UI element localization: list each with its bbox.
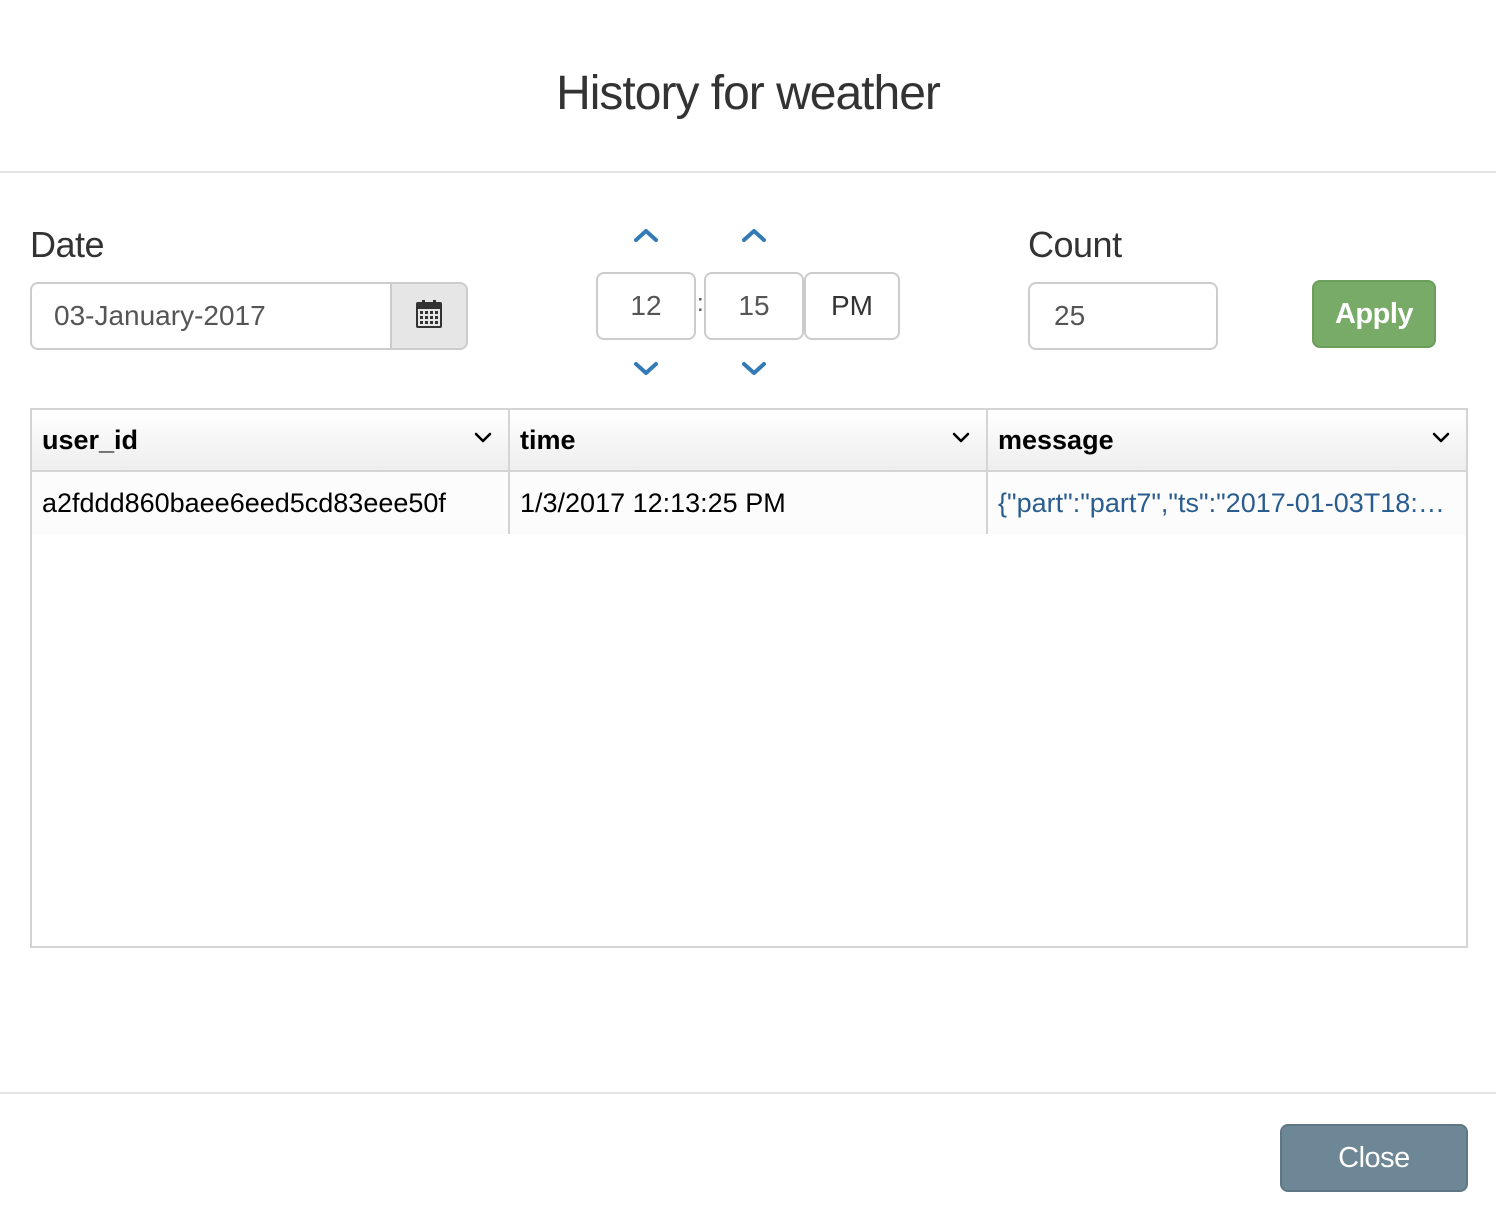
minute-decrement-button[interactable]	[734, 356, 774, 386]
hour-increment-button[interactable]	[626, 222, 666, 252]
count-label: Count	[1028, 224, 1122, 265]
modal-header: History for weather	[0, 0, 1496, 173]
chevron-down-icon	[474, 431, 492, 449]
column-menu-button[interactable]	[946, 425, 976, 455]
meridian-toggle-button[interactable]: PM	[804, 272, 900, 340]
cell-user-id[interactable]: a2fddd860baee6eed5cd83eee50f	[32, 472, 510, 534]
calendar-icon	[416, 299, 442, 333]
chevron-up-icon	[741, 227, 767, 248]
minute-input[interactable]	[704, 272, 804, 340]
minute-increment-button[interactable]	[734, 222, 774, 252]
chevron-down-icon	[633, 361, 659, 382]
cell-user-id-text: a2fddd860baee6eed5cd83eee50f	[42, 487, 446, 518]
column-header-label: time	[520, 424, 576, 455]
date-input-group	[30, 282, 468, 350]
cell-message-link[interactable]: {"part":"part7","ts":"2017-01-03T18:…	[988, 472, 1466, 534]
column-menu-button[interactable]	[468, 425, 498, 455]
count-input[interactable]	[1028, 282, 1218, 350]
column-header-message[interactable]: message	[988, 410, 1466, 470]
chevron-down-icon	[1432, 431, 1450, 449]
apply-button[interactable]: Apply	[1312, 280, 1436, 348]
column-menu-button[interactable]	[1426, 425, 1456, 455]
date-picker-button[interactable]	[390, 282, 468, 350]
cell-time-text: 1/3/2017 12:13:25 PM	[520, 487, 786, 518]
date-input[interactable]	[30, 282, 390, 350]
column-header-user-id[interactable]: user_id	[32, 410, 510, 470]
cell-time[interactable]: 1/3/2017 12:13:25 PM	[510, 472, 988, 534]
date-label: Date	[30, 224, 105, 265]
cell-message-text: {"part":"part7","ts":"2017-01-03T18:…	[998, 487, 1445, 518]
hour-input[interactable]	[596, 272, 696, 340]
modal-footer: Close	[0, 1092, 1496, 1218]
chevron-down-icon	[952, 431, 970, 449]
time-separator: :	[697, 290, 704, 317]
hour-decrement-button[interactable]	[626, 356, 666, 386]
history-modal: History for weather Date 03-January-2017…	[0, 0, 1496, 1218]
column-header-time[interactable]: time	[510, 410, 988, 470]
chevron-down-icon	[741, 361, 767, 382]
column-header-label: user_id	[42, 424, 139, 455]
close-button[interactable]: Close	[1280, 1124, 1468, 1192]
column-header-label: message	[998, 424, 1114, 455]
grid-header: user_id time message	[32, 410, 1466, 472]
modal-title: History for weather	[556, 67, 941, 120]
table-row[interactable]: a2fddd860baee6eed5cd83eee50f 1/3/2017 12…	[32, 472, 1466, 534]
chevron-up-icon	[633, 227, 659, 248]
history-grid: user_id time message a2fddd860baee6eed5c…	[30, 408, 1468, 948]
